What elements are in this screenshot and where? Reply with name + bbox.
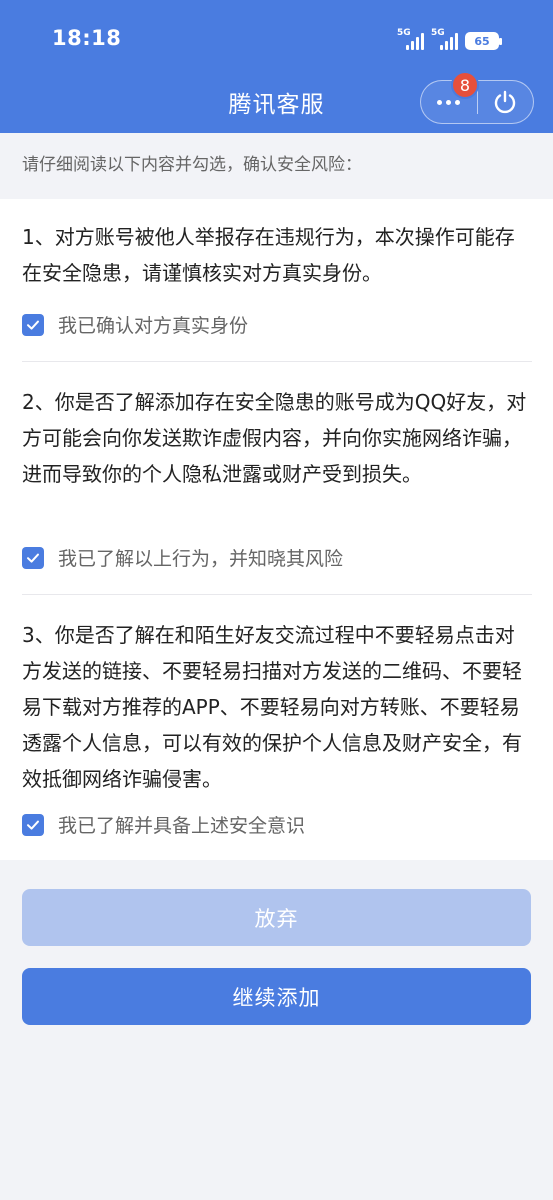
divider — [22, 594, 532, 595]
status-icons: 5G 5G 65 — [397, 26, 502, 50]
give-up-button[interactable]: 放弃 — [22, 889, 531, 946]
checkbox-checked-icon — [22, 546, 44, 569]
risk-item-text: 1、对方账号被他人举报存在违规行为，本次操作可能存在安全隐患，请谨慎核实对方真实… — [22, 225, 515, 285]
signal-icon: 5G — [397, 28, 425, 50]
more-dots-icon — [437, 99, 461, 105]
risk-item: 1、对方账号被他人举报存在违规行为，本次操作可能存在安全隐患，请谨慎核实对方真实… — [22, 219, 532, 291]
continue-add-button[interactable]: 继续添加 — [22, 968, 531, 1025]
network-label: 5G — [431, 28, 445, 38]
status-time: 18:18 — [52, 26, 122, 50]
signal-icon: 5G — [431, 28, 459, 50]
notification-badge: 8 — [451, 71, 479, 99]
battery-icon: 65 — [465, 32, 502, 50]
network-label: 5G — [397, 28, 411, 38]
checkbox-checked-icon — [22, 313, 44, 336]
checkbox-label: 我已了解并具备上述安全意识 — [58, 815, 306, 837]
battery-level: 65 — [474, 34, 490, 48]
confirm-identity-checkbox[interactable]: 我已确认对方真实身份 — [22, 311, 248, 338]
risk-item-text: 2、你是否了解添加存在安全隐患的账号成为QQ好友，对方可能会向你发送欺诈虚假内容… — [22, 390, 527, 486]
risk-confirmation-card: 1、对方账号被他人举报存在违规行为，本次操作可能存在安全隐患，请谨慎核实对方真实… — [0, 199, 553, 860]
security-awareness-checkbox[interactable]: 我已了解并具备上述安全意识 — [22, 811, 305, 838]
power-icon — [495, 90, 516, 114]
intro-text: 请仔细阅读以下内容并勾选，确认安全风险： — [22, 155, 362, 175]
risk-item-text: 3、你是否了解在和陌生好友交流过程中不要轻易点击对方发送的链接、不要轻易扫描对方… — [22, 623, 522, 791]
header-bar: 18:18 5G 5G 65 腾讯客服 8 — [0, 0, 553, 133]
risk-item: 3、你是否了解在和陌生好友交流过程中不要轻易点击对方发送的链接、不要轻易扫描对方… — [22, 617, 532, 797]
checkbox-checked-icon — [22, 813, 44, 836]
divider — [22, 361, 532, 362]
acknowledge-risk-checkbox[interactable]: 我已了解以上行为，并知晓其风险 — [22, 544, 343, 571]
checkbox-label: 我已了解以上行为，并知晓其风险 — [58, 548, 344, 570]
checkbox-label: 我已确认对方真实身份 — [58, 315, 249, 337]
risk-item: 2、你是否了解添加存在安全隐患的账号成为QQ好友，对方可能会向你发送欺诈虚假内容… — [22, 384, 532, 492]
close-button[interactable] — [477, 80, 533, 124]
